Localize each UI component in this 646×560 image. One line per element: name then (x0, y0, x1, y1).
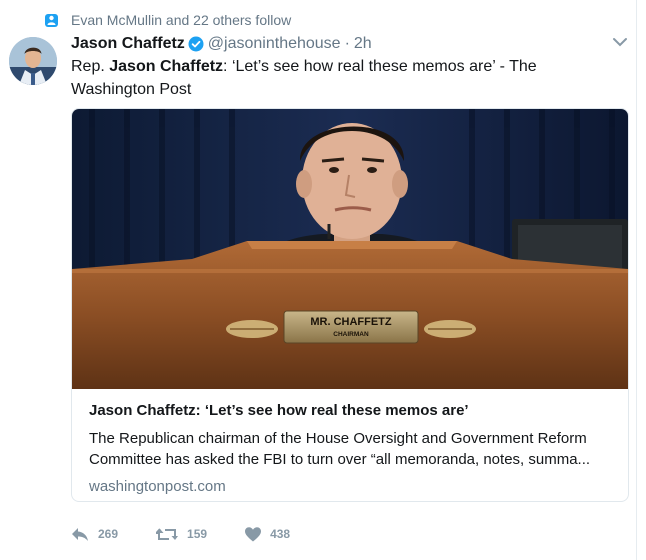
card-description: The Republican chairman of the House Ove… (89, 428, 614, 470)
nameplate-name: MR. CHAFFETZ (310, 316, 392, 328)
author-handle[interactable]: @jasoninthehouse (208, 35, 341, 53)
social-context: Evan McMullin and 22 others follow (45, 10, 291, 30)
card-domain[interactable]: washingtonpost.com (89, 478, 614, 495)
card-title[interactable]: Jason Chaffetz: ‘Let’s see how real thes… (89, 401, 614, 421)
like-count: 438 (270, 527, 291, 541)
chevron-down-icon[interactable] (612, 36, 628, 48)
card-image: MR. CHAFFETZ CHAIRMAN (72, 109, 628, 389)
social-context-text: Evan McMullin and 22 others follow (71, 12, 292, 28)
heart-icon (245, 526, 262, 541)
link-card[interactable]: MR. CHAFFETZ CHAIRMAN Jason Chaffetz: ‘L… (71, 108, 629, 502)
tweet-text-bold: Jason Chaffetz (109, 58, 224, 75)
reply-icon (72, 527, 88, 541)
timeline-border (636, 0, 637, 560)
tweet-text: Rep. Jason Chaffetz: ‘Let’s see how real… (71, 55, 621, 101)
tweet-text-prefix: Rep. (71, 58, 110, 75)
card-body: Jason Chaffetz: ‘Let’s see how real thes… (89, 401, 614, 495)
author-name[interactable]: Jason Chaffetz (71, 35, 185, 53)
retweet-count: 159 (187, 527, 208, 541)
verified-badge-icon (188, 36, 204, 52)
tweet-actions: 269 159 438 (71, 524, 328, 544)
person-icon (45, 13, 58, 27)
reply-button[interactable]: 269 (71, 527, 118, 542)
timestamp[interactable]: 2h (354, 35, 372, 53)
card-description-line-1: The Republican chairman of the House Ove… (89, 430, 587, 447)
avatar[interactable] (9, 37, 57, 85)
retweet-icon (156, 527, 179, 540)
tweet[interactable]: Evan McMullin and 22 others follow Jason… (0, 0, 636, 560)
separator-dot: · (344, 35, 350, 52)
nameplate-title: CHAIRMAN (333, 331, 369, 338)
like-button[interactable]: 438 (245, 526, 291, 542)
tweet-header: Jason Chaffetz @jasoninthehouse · 2h (71, 33, 372, 55)
reply-count: 269 (98, 527, 119, 541)
retweet-button[interactable]: 159 (156, 527, 207, 542)
card-description-line-2: Committee has asked the FBI to turn over… (89, 451, 591, 468)
